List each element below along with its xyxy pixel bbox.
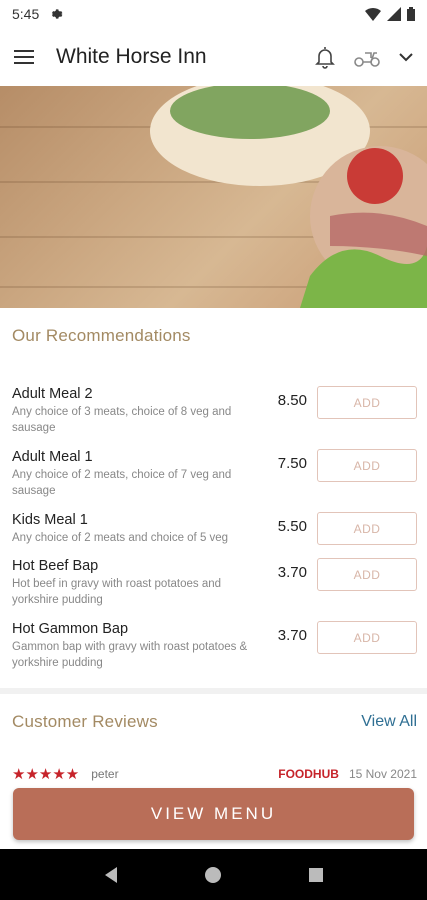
view-menu-button[interactable]: VIEW MENU — [13, 788, 414, 840]
hero-food-image — [0, 86, 427, 308]
recommendations-title: Our Recommendations — [12, 326, 191, 345]
review-item[interactable]: ★★★★★ peter FOODHUB 15 Nov 2021 — [12, 764, 417, 784]
menu-item-description: Gammon bap with gravy with roast potatoe… — [12, 641, 248, 669]
home-icon[interactable] — [204, 866, 222, 884]
menu-item-price: 7.50 — [277, 455, 307, 472]
menu-item: Hot Gammon Bap Gammon bap with gravy wit… — [12, 621, 417, 671]
review-source: FOODHUB — [278, 767, 339, 781]
menu-item-price: 3.70 — [277, 564, 307, 581]
delivery-scooter-icon[interactable] — [353, 47, 381, 67]
menu-item-description: Any choice of 2 meats and choice of 5 ve… — [12, 532, 229, 544]
menu-item-price: 3.70 — [277, 627, 307, 644]
app-bar: White Horse Inn — [0, 28, 427, 86]
status-bar: 5:45 — [0, 0, 427, 28]
system-nav-bar — [0, 849, 427, 900]
back-icon[interactable] — [103, 866, 119, 884]
battery-icon — [407, 7, 415, 21]
menu-item: Hot Beef Bap Hot beef in gravy with roas… — [12, 558, 417, 608]
menu-item-price: 5.50 — [277, 518, 307, 535]
reviews-title: Customer Reviews — [12, 712, 158, 731]
review-date: 15 Nov 2021 — [348, 767, 417, 781]
bell-icon[interactable] — [315, 45, 335, 69]
reviewer-name: peter — [91, 767, 119, 781]
menu-item: Adult Meal 1 Any choice of 2 meats, choi… — [12, 449, 417, 499]
add-button[interactable]: ADD — [317, 558, 417, 591]
menu-item-description: Hot beef in gravy with roast potatoes an… — [12, 578, 222, 606]
wifi-icon — [365, 8, 381, 21]
menu-item-description: Any choice of 2 meats, choice of 7 veg a… — [12, 469, 232, 497]
status-time: 5:45 — [12, 6, 40, 22]
add-button[interactable]: ADD — [317, 449, 417, 482]
menu-item-price: 8.50 — [277, 392, 307, 409]
star-rating: ★★★★★ — [12, 766, 80, 783]
signal-icon — [387, 7, 401, 21]
hamburger-menu-icon[interactable] — [14, 49, 34, 65]
reviews-header: Customer Reviews View All — [12, 712, 417, 732]
page-title: White Horse Inn — [56, 45, 207, 68]
settings-gear-icon — [52, 9, 63, 19]
chevron-down-icon[interactable] — [399, 52, 413, 62]
add-button[interactable]: ADD — [317, 621, 417, 654]
section-divider — [0, 688, 427, 694]
add-button[interactable]: ADD — [317, 512, 417, 545]
menu-item: Kids Meal 1 Any choice of 2 meats and ch… — [12, 512, 417, 546]
add-button[interactable]: ADD — [317, 386, 417, 419]
menu-item: Adult Meal 2 Any choice of 3 meats, choi… — [12, 386, 417, 436]
recents-icon[interactable] — [308, 867, 324, 883]
view-all-link[interactable]: View All — [361, 713, 417, 731]
sandwich-illustration — [150, 86, 427, 308]
recommendations-section: Our Recommendations — [12, 326, 417, 346]
menu-item-description: Any choice of 3 meats, choice of 8 veg a… — [12, 406, 232, 434]
